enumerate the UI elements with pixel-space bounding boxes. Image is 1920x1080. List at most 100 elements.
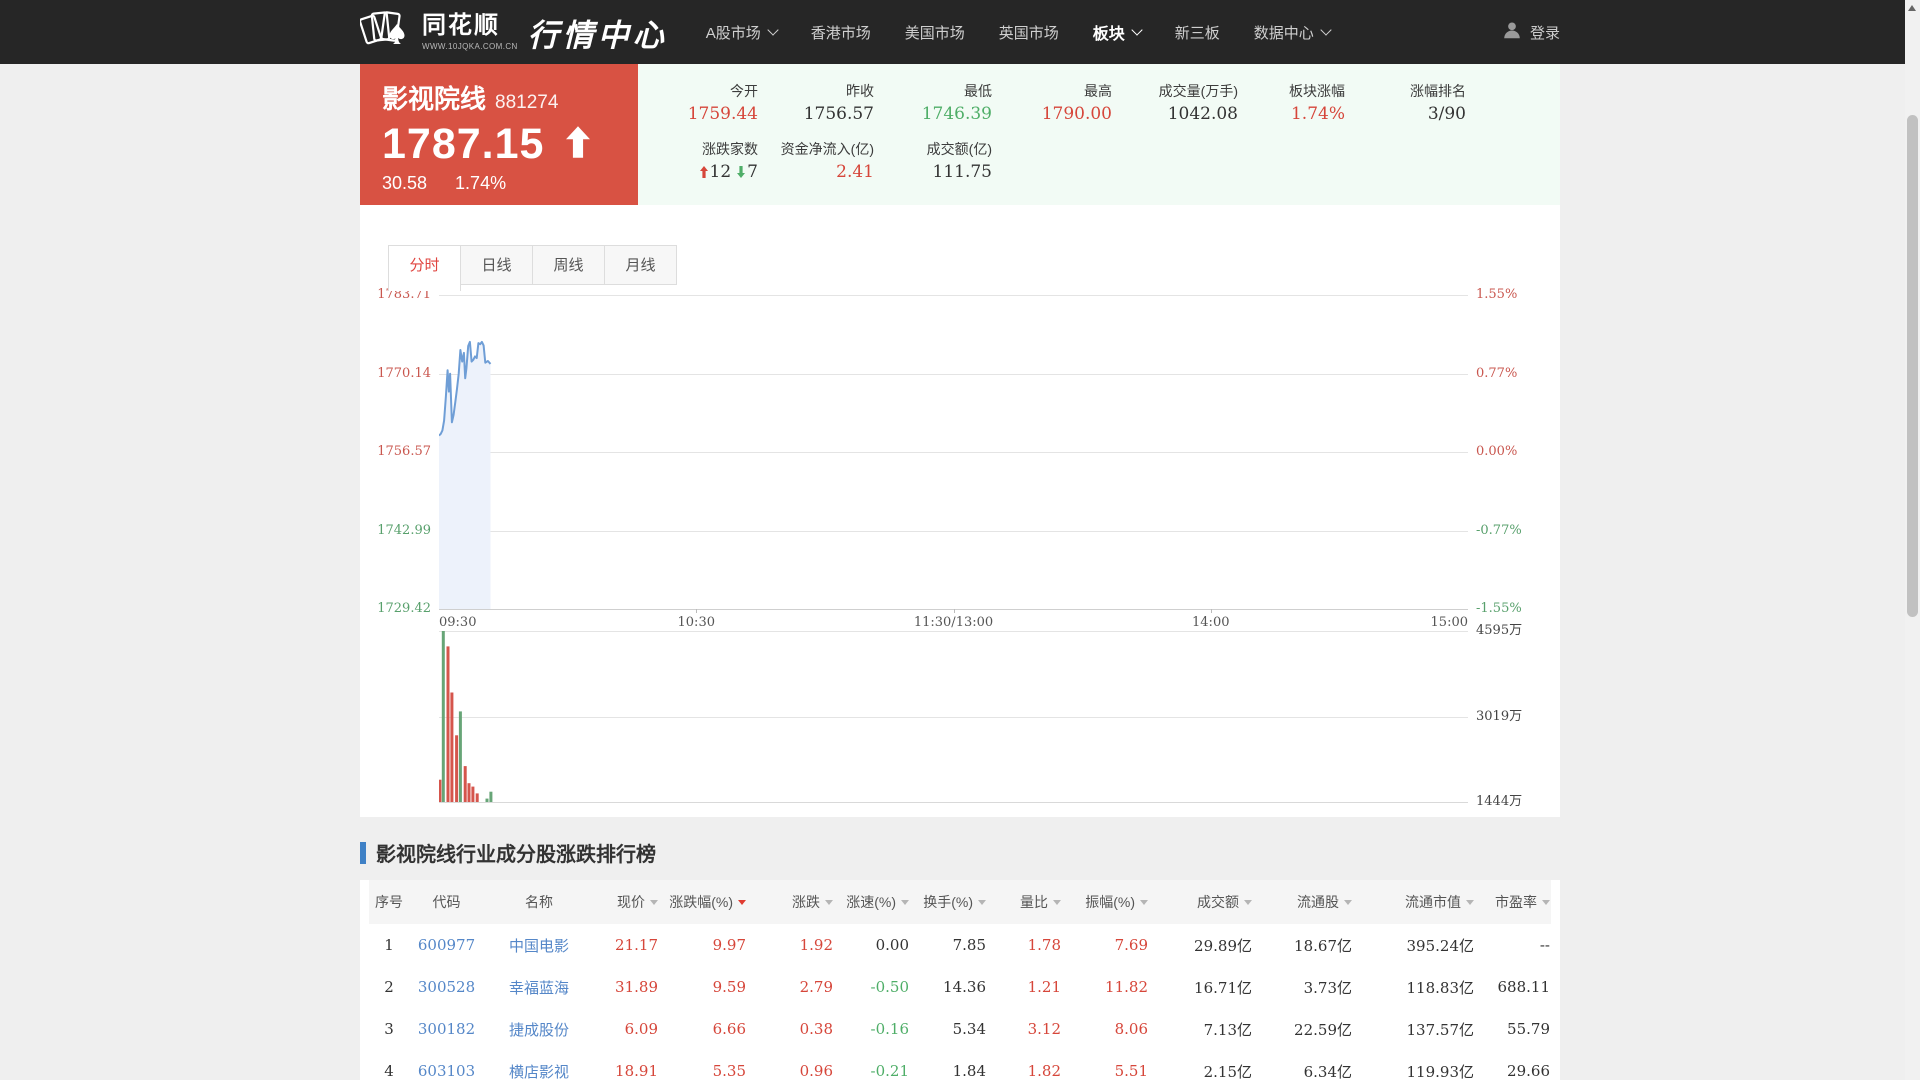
tab-2[interactable]: 日线 xyxy=(460,245,533,285)
nav-menu: A股市场 香港市场 美国市场 英国市场 板块 新三板 数据中心 xyxy=(706,20,1330,44)
cell-pe: 29.66 xyxy=(1475,1050,1551,1080)
column-header-label: 序号 xyxy=(375,894,403,910)
brand-logo[interactable]: 同花顺 WWW.10JQKA.COM.CN 行情中心 xyxy=(360,8,668,57)
column-header-label: 振幅(%) xyxy=(1085,894,1135,910)
cell-amplitude: 7.69 xyxy=(1062,924,1149,966)
ranking-title-text: 影视院线行业成分股涨跌排行榜 xyxy=(376,838,656,867)
column-header-chg[interactable]: 涨跌 xyxy=(747,880,834,924)
stat-label: 成交额(亿) xyxy=(874,138,992,160)
sort-triangle-icon xyxy=(1344,900,1352,905)
stock-name-link[interactable]: 横店影视 xyxy=(484,1050,594,1080)
index-code: 881274 xyxy=(495,92,558,114)
cell-price: 31.89 xyxy=(594,966,659,1008)
stock-code-link[interactable]: 300528 xyxy=(409,966,484,1008)
stat-label: 板块涨幅 xyxy=(1238,80,1345,102)
volume-bars-svg xyxy=(439,631,1468,802)
stat-value: 1756.57 xyxy=(758,102,874,126)
cell-speed: -0.16 xyxy=(834,1008,910,1050)
x-axis-tick xyxy=(696,609,697,613)
cell-float-cap: 118.83亿 xyxy=(1353,966,1475,1008)
sort-triangle-icon xyxy=(1140,900,1148,905)
brand-text: 同花顺 WWW.10JQKA.COM.CN xyxy=(422,14,518,51)
column-header-speed[interactable]: 涨速(%) xyxy=(834,880,910,924)
stat-涨幅排名: 涨幅排名3/90 xyxy=(1345,80,1466,126)
stat-昨收: 昨收1756.57 xyxy=(758,80,874,126)
stock-name-link[interactable]: 捷成股份 xyxy=(484,1008,594,1050)
column-header-amount[interactable]: 成交额 xyxy=(1149,880,1253,924)
chevron-down-icon xyxy=(767,24,778,35)
column-header-code: 代码 xyxy=(409,880,484,924)
column-header-price[interactable]: 现价 xyxy=(594,880,659,924)
page: 同花顺 WWW.10JQKA.COM.CN 行情中心 A股市场 香港市场 美国市场 英… xyxy=(0,0,1920,1080)
cell-float-shares: 3.73亿 xyxy=(1253,966,1353,1008)
title-accent-bar xyxy=(360,842,366,864)
stat-板块涨幅: 板块涨幅1.74% xyxy=(1238,80,1345,126)
cell-amount: 7.13亿 xyxy=(1149,1008,1253,1050)
cell-speed: -0.21 xyxy=(834,1050,910,1080)
table-row: 2300528幸福蓝海31.899.592.79-0.5014.361.2111… xyxy=(369,966,1551,1008)
sort-triangle-icon xyxy=(978,900,986,905)
stock-name-link[interactable]: 中国电影 xyxy=(484,924,594,966)
stock-code-link[interactable]: 603103 xyxy=(409,1050,484,1080)
cell-turnover: 14.36 xyxy=(910,966,987,1008)
cell-price: 18.91 xyxy=(594,1050,659,1080)
avatar-icon xyxy=(1501,19,1523,45)
nav-item-label: 香港市场 xyxy=(811,22,871,43)
cell-turnover: 1.84 xyxy=(910,1050,987,1080)
nav-item-3[interactable]: 美国市场 xyxy=(905,22,965,43)
column-header-float-shares[interactable]: 流通股 xyxy=(1253,880,1353,924)
column-header-vol-ratio[interactable]: 量比 xyxy=(987,880,1062,924)
nav-item-4[interactable]: 英国市场 xyxy=(999,22,1059,43)
stock-code-link[interactable]: 300182 xyxy=(409,1008,484,1050)
column-header-chg-pct[interactable]: 涨跌幅(%) xyxy=(659,880,747,924)
cell-price: 6.09 xyxy=(594,1008,659,1050)
nav-item-6[interactable]: 新三板 xyxy=(1175,22,1220,43)
stock-name-link[interactable]: 幸福蓝海 xyxy=(484,966,594,1008)
stat-今开: 今开1759.44 xyxy=(638,80,758,126)
nav-item-5[interactable]: 板块 xyxy=(1093,20,1141,44)
cell-vol-ratio: 1.21 xyxy=(987,966,1062,1008)
column-header-turnover[interactable]: 换手(%) xyxy=(910,880,987,924)
column-header-pe[interactable]: 市盈率 xyxy=(1475,880,1551,924)
login-button[interactable]: 登录 xyxy=(1501,19,1560,45)
column-header-label: 代码 xyxy=(433,894,461,910)
nav-item-7[interactable]: 数据中心 xyxy=(1254,22,1330,43)
page-scrollbar[interactable] xyxy=(1905,0,1920,1080)
tab-3[interactable]: 周线 xyxy=(532,245,605,285)
cell-seq: 2 xyxy=(369,966,409,1008)
nav-item-2[interactable]: 香港市场 xyxy=(811,22,871,43)
stat-value: 1759.44 xyxy=(638,102,758,126)
price-line-svg xyxy=(439,295,1468,609)
login-label: 登录 xyxy=(1530,22,1560,43)
stats-row-2: 涨跌家数127资金净流入(亿)2.41成交额(亿)111.75 xyxy=(638,138,1560,184)
y-axis-pct-label: -1.55% xyxy=(1476,600,1522,618)
column-header-float-cap[interactable]: 流通市值 xyxy=(1353,880,1475,924)
column-header-label: 涨速(%) xyxy=(846,894,896,910)
tab-4[interactable]: 月线 xyxy=(604,245,677,285)
nav-item-1[interactable]: A股市场 xyxy=(706,22,777,43)
y-axis-pct-label: 1.55% xyxy=(1476,286,1517,304)
tonghuashun-logo-icon xyxy=(360,8,412,57)
scrollbar-thumb[interactable] xyxy=(1907,115,1918,617)
x-axis-tick xyxy=(1211,609,1212,613)
tab-1[interactable]: 分时 xyxy=(388,245,461,291)
column-header-label: 涨跌幅(%) xyxy=(669,894,733,910)
stock-code-link[interactable]: 600977 xyxy=(409,924,484,966)
sort-triangle-icon xyxy=(738,900,746,905)
cell-speed: -0.50 xyxy=(834,966,910,1008)
y-axis-pct-label: 0.00% xyxy=(1476,443,1517,461)
up-arrow-icon xyxy=(566,126,590,163)
stat-涨跌家数: 涨跌家数127 xyxy=(638,138,758,184)
sort-triangle-icon xyxy=(1244,900,1252,905)
column-header-label: 流通市值 xyxy=(1405,894,1461,910)
cell-turnover: 7.85 xyxy=(910,924,987,966)
cell-float-shares: 18.67亿 xyxy=(1253,924,1353,966)
sort-triangle-icon xyxy=(1053,900,1061,905)
column-header-amplitude[interactable]: 振幅(%) xyxy=(1062,880,1149,924)
scrollbar-up-arrow[interactable] xyxy=(1908,5,1916,11)
y-axis-price-label: 1770.14 xyxy=(360,365,431,383)
cell-vol-ratio: 1.82 xyxy=(987,1050,1062,1080)
stat-label: 最低 xyxy=(874,80,992,102)
ranking-section-title: 影视院线行业成分股涨跌排行榜 xyxy=(360,838,656,867)
column-header-label: 现价 xyxy=(617,894,645,910)
